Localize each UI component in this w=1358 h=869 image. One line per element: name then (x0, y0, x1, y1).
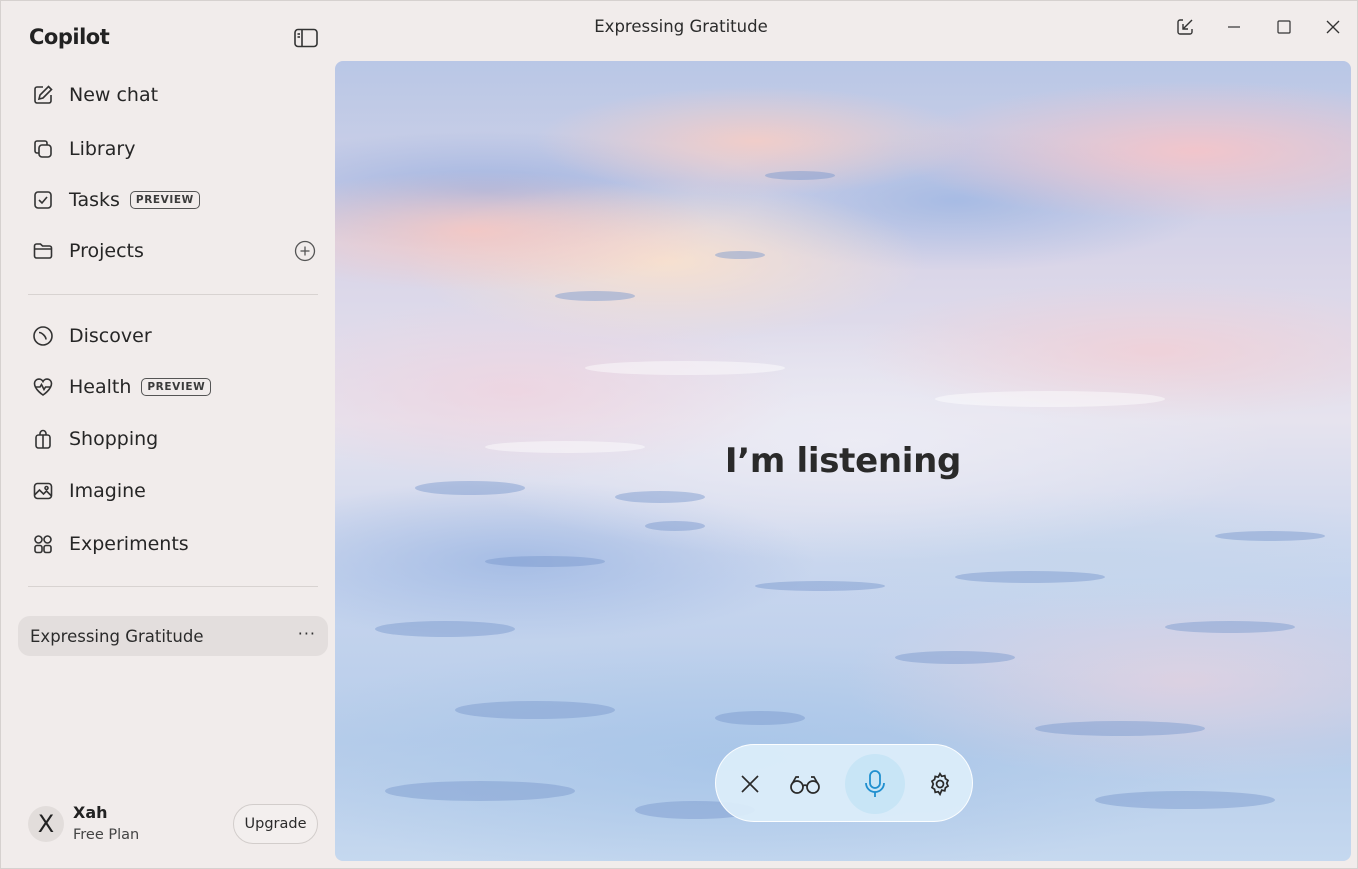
water-ripple (555, 291, 635, 301)
preview-badge: PREVIEW (141, 378, 212, 396)
microphone-icon (865, 770, 885, 797)
sidebar-item-projects[interactable]: Projects (19, 231, 319, 271)
compose-icon (31, 83, 55, 107)
shopping-label: Shopping (69, 428, 159, 450)
close-window-button[interactable] (1318, 13, 1348, 41)
experiments-label: Experiments (69, 533, 189, 555)
discover-label: Discover (69, 325, 152, 347)
voice-controls (715, 744, 973, 822)
voice-stage: I’m listening (335, 61, 1351, 861)
new-chat-label: New chat (69, 84, 159, 106)
minimize-button[interactable] (1219, 13, 1249, 41)
water-ripple (895, 651, 1015, 664)
sidebar-panel-icon (294, 28, 318, 48)
conversation-item[interactable]: Expressing Gratitude ··· (18, 616, 328, 656)
image-sparkle-icon (31, 479, 55, 503)
more-options-button[interactable]: ··· (298, 624, 316, 643)
sidebar-divider (28, 586, 318, 587)
glasses-icon (790, 776, 820, 794)
water-ripple (585, 361, 785, 375)
sidebar-item-health[interactable]: Health PREVIEW (19, 367, 319, 407)
water-ripple (715, 251, 765, 259)
water-ripple (645, 521, 705, 531)
water-ripple (755, 581, 885, 591)
minimize-icon (1228, 26, 1240, 28)
new-chat-button[interactable]: New chat (19, 75, 319, 115)
water-ripple (485, 556, 605, 567)
sidebar-toggle-button[interactable] (293, 27, 319, 49)
grid-icon (31, 532, 55, 556)
upgrade-button[interactable]: Upgrade (233, 804, 318, 844)
add-project-button[interactable] (294, 240, 316, 262)
listening-status: I’m listening (724, 441, 962, 481)
water-ripple (385, 781, 575, 801)
pop-out-icon (1177, 19, 1193, 35)
microphone-button[interactable] (845, 754, 905, 814)
water-ripple (935, 391, 1165, 407)
window-title: Expressing Gratitude (594, 17, 768, 36)
maximize-button[interactable] (1269, 13, 1299, 41)
sidebar-item-discover[interactable]: Discover (19, 316, 319, 356)
heart-pulse-icon (31, 375, 55, 399)
sidebar-item-shopping[interactable]: Shopping (19, 419, 319, 459)
sidebar-item-imagine[interactable]: Imagine (19, 471, 319, 511)
close-icon (741, 775, 759, 793)
tasks-label: Tasks (69, 189, 120, 211)
pop-out-button[interactable] (1170, 13, 1200, 41)
avatar[interactable]: X (28, 806, 64, 842)
water-ripple (1215, 531, 1325, 541)
water-ripple (1035, 721, 1205, 736)
folder-icon (31, 239, 55, 263)
maximize-icon (1277, 20, 1291, 34)
close-icon (1326, 20, 1340, 34)
shopping-bag-icon (31, 427, 55, 451)
water-ripple (375, 621, 515, 637)
compass-icon (31, 324, 55, 348)
imagine-label: Imagine (69, 480, 146, 502)
projects-label: Projects (69, 240, 144, 262)
library-label: Library (69, 138, 136, 160)
water-ripple (455, 701, 615, 719)
sidebar-divider (28, 294, 318, 295)
settings-button[interactable] (910, 754, 970, 814)
water-ripple (1095, 791, 1275, 809)
water-ripple (415, 481, 525, 495)
water-ripple (615, 491, 705, 503)
conversation-title: Expressing Gratitude (30, 626, 204, 646)
close-voice-button[interactable] (720, 754, 780, 814)
copilot-window: Copilot New chat Library Tasks PREVIEW P… (0, 0, 1358, 869)
water-ripple (955, 571, 1105, 583)
gear-icon (930, 772, 950, 797)
user-plan: Free Plan (73, 827, 140, 843)
health-label: Health (69, 376, 132, 398)
sidebar-item-tasks[interactable]: Tasks PREVIEW (19, 180, 319, 220)
brand-logo: Copilot (29, 25, 110, 49)
plus-circle-icon (294, 240, 316, 262)
task-checkbox-icon (31, 188, 55, 212)
vision-button[interactable] (775, 754, 835, 814)
water-ripple (1165, 621, 1295, 633)
sidebar: Copilot New chat Library Tasks PREVIEW P… (1, 1, 335, 869)
library-icon (31, 137, 55, 161)
preview-badge: PREVIEW (129, 191, 200, 209)
sidebar-item-experiments[interactable]: Experiments (19, 524, 319, 564)
sidebar-item-library[interactable]: Library (19, 129, 319, 169)
water-ripple (715, 711, 805, 725)
water-ripple (765, 171, 835, 180)
user-name: Xah (73, 803, 108, 822)
